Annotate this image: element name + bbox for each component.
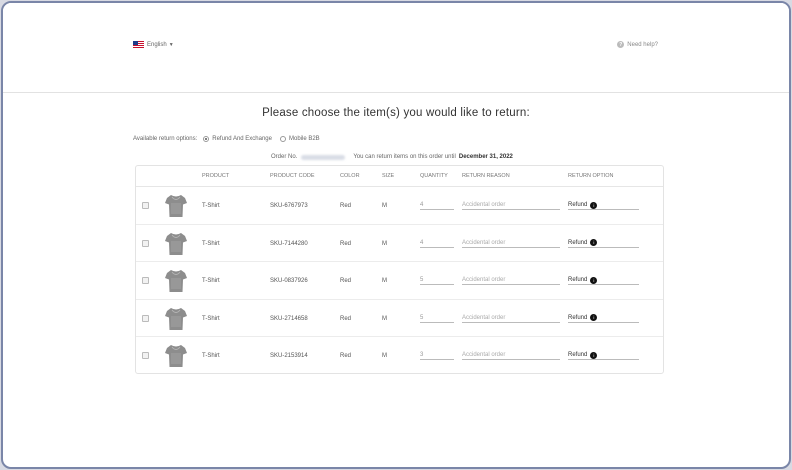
- row-return-option-select[interactable]: Refund i: [568, 350, 639, 360]
- column-return-option: RETURN OPTION: [568, 173, 614, 179]
- order-deadline-date: December 31, 2022: [458, 154, 513, 160]
- help-link[interactable]: ? Need help?: [617, 41, 658, 48]
- page-title: Please choose the item(s) you would like…: [262, 107, 530, 119]
- row-return-reason-input[interactable]: Accidental order: [462, 350, 560, 360]
- row-return-option-label: Refund: [568, 202, 588, 208]
- row-quantity-input[interactable]: 4: [420, 200, 454, 210]
- row-return-reason-input[interactable]: Accidental order: [462, 313, 560, 323]
- row-return-option-label: Refund: [568, 239, 588, 246]
- row-size: M: [382, 240, 387, 247]
- option-label-refund-exchange[interactable]: Refund And Exchange: [212, 136, 272, 142]
- table-row: T-Shirt SKU-0837926 Red M 5 Accidental o…: [136, 262, 663, 300]
- order-deadline-note: You can return items on this order until: [353, 154, 456, 160]
- tshirt-thumbnail-icon: [165, 345, 187, 367]
- table-row: T-Shirt SKU-2714658 Red M 5 Accidental o…: [136, 300, 663, 337]
- row-product: T-Shirt: [202, 203, 220, 209]
- order-number-redacted: [301, 154, 346, 160]
- column-product-code: PRODUCT CODE: [270, 173, 315, 179]
- caret-down-icon: ▼: [168, 41, 174, 48]
- row-checkbox[interactable]: [142, 352, 149, 359]
- row-product-code: SKU-6767973: [270, 203, 308, 209]
- table-row: T-Shirt SKU-6767973 Red M 4 Accidental o…: [136, 187, 663, 225]
- row-return-option-label: Refund: [568, 277, 588, 283]
- info-icon[interactable]: i: [590, 351, 598, 359]
- row-product-code: SKU-2153914: [270, 353, 308, 359]
- tshirt-thumbnail-icon: [165, 307, 187, 330]
- row-checkbox[interactable]: [142, 277, 149, 284]
- row-return-option-select[interactable]: Refund i: [568, 313, 639, 323]
- table-row: T-Shirt SKU-7144280 Red M 4 Accidental o…: [136, 225, 663, 262]
- info-icon[interactable]: i: [590, 314, 598, 321]
- row-size: M: [382, 353, 387, 359]
- row-product-code: SKU-0837926: [270, 278, 308, 284]
- row-return-reason-input[interactable]: Accidental order: [462, 275, 560, 285]
- row-size: M: [382, 203, 387, 209]
- return-items-table: PRODUCT PRODUCT CODE COLOR SIZE QUANTITY…: [135, 165, 664, 374]
- row-checkbox[interactable]: [142, 202, 149, 209]
- info-icon[interactable]: i: [590, 201, 598, 209]
- row-return-option-select[interactable]: Refund i: [568, 238, 639, 248]
- order-number-label: Order No.: [271, 154, 298, 160]
- row-color: Red: [340, 353, 352, 359]
- app-window: English ▼ ? Need help? Please choose the…: [1, 1, 791, 469]
- question-icon: ?: [617, 41, 625, 48]
- help-label: Need help?: [627, 41, 658, 48]
- row-return-reason-input[interactable]: Accidental order: [462, 200, 560, 210]
- return-options-label: Available return options:: [133, 136, 198, 142]
- tshirt-thumbnail-icon: [165, 232, 187, 255]
- row-quantity-input[interactable]: 5: [420, 313, 454, 323]
- column-size: SIZE: [382, 173, 395, 179]
- row-product: T-Shirt: [202, 353, 220, 359]
- row-size: M: [382, 315, 387, 322]
- column-product: PRODUCT: [202, 173, 230, 179]
- us-flag-icon: [133, 41, 144, 48]
- row-size: M: [382, 278, 387, 284]
- row-return-reason-input[interactable]: Accidental order: [462, 238, 560, 248]
- row-product: T-Shirt: [202, 315, 220, 322]
- row-return-option-label: Refund: [568, 314, 588, 321]
- row-product: T-Shirt: [202, 278, 220, 284]
- table-header: PRODUCT PRODUCT CODE COLOR SIZE QUANTITY…: [136, 166, 663, 187]
- row-product-code: SKU-2714658: [270, 315, 308, 322]
- info-icon[interactable]: i: [590, 239, 598, 246]
- radio-mobile-b2b[interactable]: [279, 136, 286, 142]
- row-quantity-input[interactable]: 4: [420, 238, 454, 248]
- row-color: Red: [340, 203, 352, 209]
- row-quantity-input[interactable]: 3: [420, 350, 454, 360]
- order-info: Order No. You can return items on this o…: [271, 154, 513, 160]
- return-options: Available return options: Refund And Exc…: [133, 136, 320, 142]
- top-bar: English ▼ ? Need help?: [3, 3, 789, 93]
- tshirt-thumbnail-icon: [165, 270, 187, 292]
- tshirt-thumbnail-icon: [165, 195, 187, 217]
- row-return-option-select[interactable]: Refund i: [568, 275, 639, 285]
- table-row: T-Shirt SKU-2153914 Red M 3 Accidental o…: [136, 337, 663, 375]
- row-product: T-Shirt: [202, 240, 220, 247]
- language-label: English: [147, 41, 167, 48]
- column-return-reason: RETURN REASON: [462, 173, 510, 179]
- column-color: COLOR: [340, 173, 360, 179]
- option-label-mobile-b2b[interactable]: Mobile B2B: [289, 136, 320, 142]
- column-quantity: QUANTITY: [420, 173, 448, 179]
- row-checkbox[interactable]: [142, 239, 149, 247]
- radio-refund-exchange[interactable]: [203, 136, 210, 142]
- row-color: Red: [340, 240, 352, 247]
- row-color: Red: [340, 278, 352, 284]
- row-product-code: SKU-7144280: [270, 240, 308, 247]
- info-icon[interactable]: i: [590, 276, 598, 284]
- row-return-option-select[interactable]: Refund i: [568, 200, 639, 210]
- row-color: Red: [340, 315, 352, 322]
- row-quantity-input[interactable]: 5: [420, 275, 454, 285]
- language-selector[interactable]: English ▼: [133, 41, 174, 48]
- row-return-option-label: Refund: [568, 352, 588, 358]
- row-checkbox[interactable]: [142, 314, 149, 322]
